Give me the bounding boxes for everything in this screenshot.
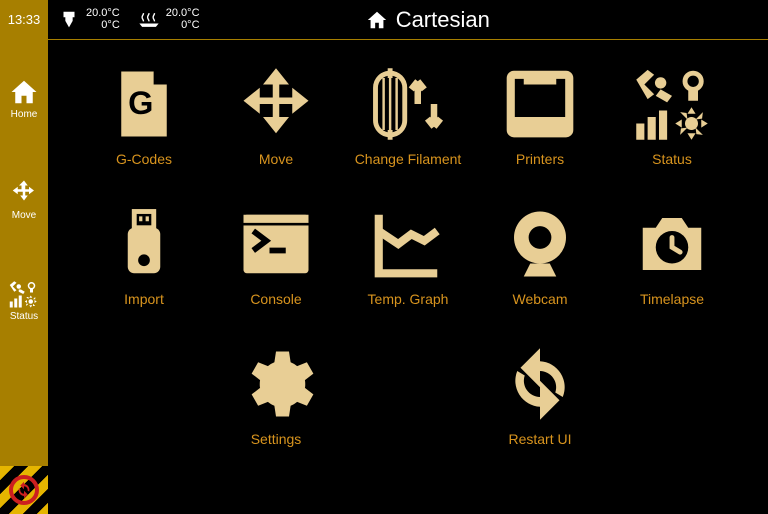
sidebar: 13:33 Home Move Status	[0, 0, 48, 514]
status-icon	[633, 65, 711, 143]
file-g-icon: G	[105, 65, 183, 143]
tile-move[interactable]: Move	[211, 65, 341, 167]
hotend-temp[interactable]: 20.0°C 0°C	[58, 8, 120, 31]
refresh-icon	[15, 481, 33, 499]
tile-change-filament[interactable]: Change Filament	[343, 65, 473, 167]
webcam-icon	[501, 205, 579, 283]
tile-restart-ui[interactable]: Restart UI	[475, 345, 605, 447]
home-icon	[9, 77, 39, 107]
sidebar-nav: Home Move Status	[0, 77, 48, 322]
page-title: Cartesian	[218, 7, 638, 33]
emergency-stop-button[interactable]	[0, 466, 48, 514]
restart-icon	[501, 345, 579, 423]
tile-import[interactable]: Import	[79, 205, 209, 307]
bed-target: 20.0°C	[166, 8, 200, 20]
tile-label: Change Filament	[355, 151, 462, 167]
hotend-target: 20.0°C	[86, 8, 120, 20]
sidebar-item-label: Home	[11, 109, 38, 120]
tile-timelapse[interactable]: Timelapse	[607, 205, 737, 307]
emergency-stop-ring	[9, 475, 39, 505]
gear-icon	[237, 345, 315, 423]
nozzle-icon	[58, 9, 80, 31]
bed-current: 0°C	[166, 20, 200, 32]
tile-label: Restart UI	[508, 431, 571, 447]
svg-text:G: G	[128, 85, 153, 121]
tile-label: Webcam	[513, 291, 568, 307]
sidebar-item-home[interactable]: Home	[0, 77, 48, 120]
tile-label: Status	[652, 151, 692, 167]
sidebar-item-status[interactable]: Status	[0, 279, 48, 322]
graph-icon	[369, 205, 447, 283]
camera-clock-icon	[633, 205, 711, 283]
tile-temp-graph[interactable]: Temp. Graph	[343, 205, 473, 307]
hotend-current: 0°C	[86, 20, 120, 32]
status-icon	[9, 279, 39, 309]
tile-label: Move	[259, 151, 293, 167]
home-icon	[366, 9, 388, 31]
bed-temp-values: 20.0°C 0°C	[166, 8, 200, 31]
tile-label: Console	[250, 291, 301, 307]
bed-temp[interactable]: 20.0°C 0°C	[138, 8, 200, 31]
move-icon	[237, 65, 315, 143]
tile-gcodes[interactable]: G G-Codes	[79, 65, 209, 167]
tile-console[interactable]: Console	[211, 205, 341, 307]
heatbed-icon	[138, 9, 160, 31]
filament-icon	[369, 65, 447, 143]
console-icon	[237, 205, 315, 283]
tile-webcam[interactable]: Webcam	[475, 205, 605, 307]
sidebar-item-label: Move	[12, 210, 36, 221]
printer-icon	[501, 65, 579, 143]
sidebar-item-label: Status	[10, 311, 38, 322]
main-grid: G G-Codes Move Change Filament Printers …	[48, 45, 768, 514]
sidebar-item-move[interactable]: Move	[0, 178, 48, 221]
tile-settings[interactable]: Settings	[211, 345, 341, 447]
tile-label: Import	[124, 291, 164, 307]
tile-printers[interactable]: Printers	[475, 65, 605, 167]
hotend-temp-values: 20.0°C 0°C	[86, 8, 120, 31]
topbar: 20.0°C 0°C 20.0°C 0°C Cartesian	[48, 0, 768, 40]
tile-status[interactable]: Status	[607, 65, 737, 167]
tile-label: Timelapse	[640, 291, 704, 307]
tile-label: G-Codes	[116, 151, 172, 167]
usb-icon	[105, 205, 183, 283]
tile-label: Printers	[516, 151, 564, 167]
clock: 13:33	[8, 12, 41, 27]
tile-label: Temp. Graph	[368, 291, 449, 307]
move-icon	[9, 178, 39, 208]
tile-label: Settings	[251, 431, 302, 447]
page-title-text: Cartesian	[396, 7, 490, 33]
